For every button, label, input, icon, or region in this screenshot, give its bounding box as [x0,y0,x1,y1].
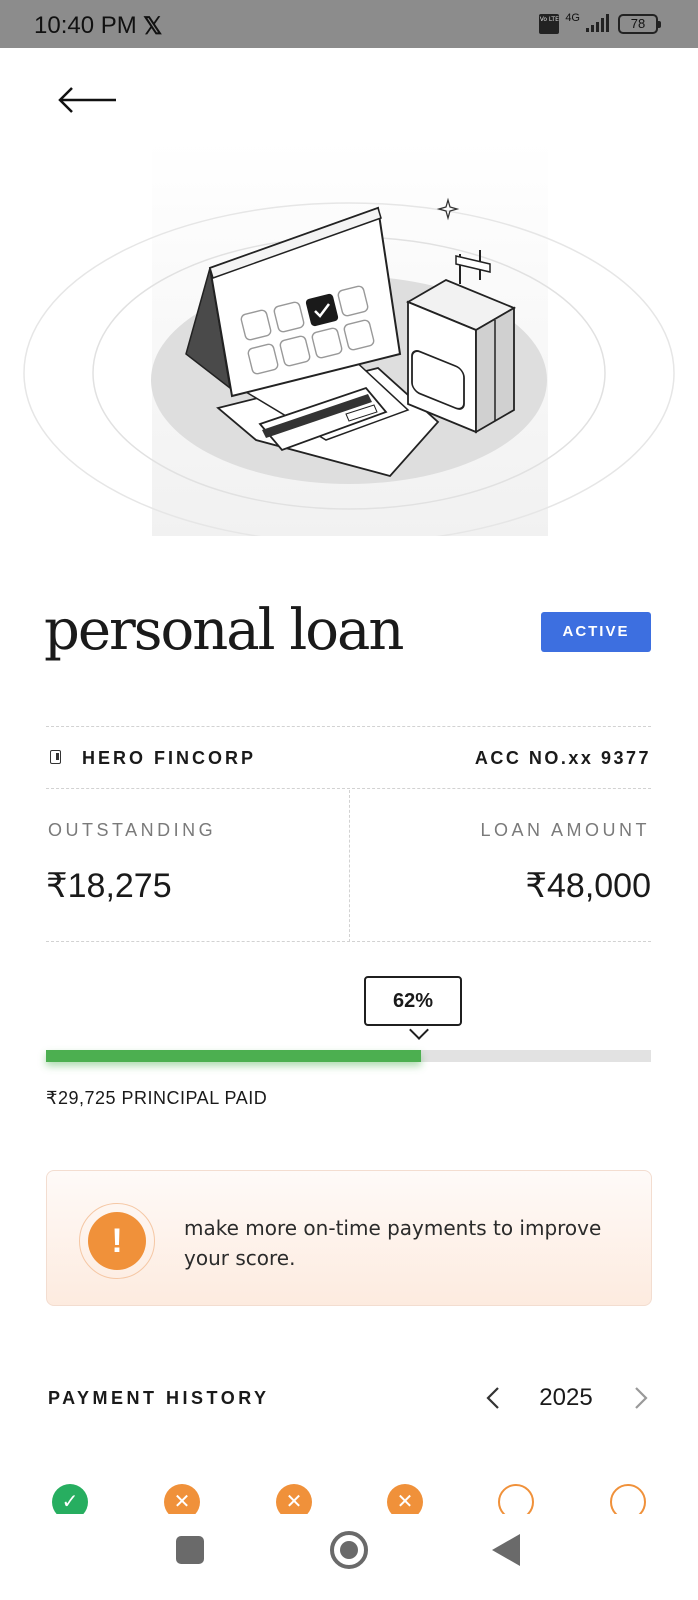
battery-icon: 78 [618,14,661,34]
page-title: personal loan [44,598,404,663]
left-arrow-icon [58,87,116,113]
next-year-button[interactable] [626,1380,654,1416]
progress-fill [46,1050,422,1062]
home-button[interactable] [330,1531,368,1569]
loan-amount-label: LOAN AMOUNT [480,820,650,840]
payment-month-pending[interactable] [610,1484,646,1514]
repayment-progress-bar [46,1050,651,1062]
lender-card-icon [50,750,61,764]
loan-amount-value: ₹48,000 [525,867,651,905]
status-badge: ACTIVE [541,612,651,652]
payment-month-missed[interactable]: ✕ [164,1484,200,1514]
previous-year-button[interactable] [480,1380,508,1416]
status-indicators: Vo LTE 4G 78 [539,12,661,36]
loan-illustration [0,140,698,536]
score-tip-card: ! make more on-time payments to improve … [46,1170,652,1306]
system-back-button[interactable] [492,1534,520,1566]
tip-text: make more on-time payments to improve yo… [184,1216,602,1270]
x-app-icon: 𝕏 [143,13,163,40]
payment-history-title: PAYMENT HISTORY [48,1388,270,1408]
divider [46,788,651,789]
payment-month-paid[interactable]: ✓ [52,1484,88,1514]
payment-month-missed[interactable]: ✕ [276,1484,312,1514]
divider-vertical [349,790,350,942]
status-time: 10:40 PM [34,12,137,39]
back-button[interactable] [54,84,120,116]
divider [46,726,651,727]
chevron-left-icon [486,1387,499,1409]
lender-row: HERO FINCORP ACC NO.xx 9377 [46,744,651,774]
chevron-right-icon [635,1387,648,1409]
payment-month-pending[interactable] [498,1484,534,1514]
progress-percent: 62% [364,976,462,1026]
payment-history-months: ✓ ✕ ✕ ✕ [0,1480,698,1514]
principal-paid: ₹29,725 PRINCIPAL PAID [46,1088,268,1108]
status-bar: 10:40 PM 𝕏 Vo LTE 4G 78 [0,0,698,48]
network-type: 4G [565,12,580,24]
payment-month-missed[interactable]: ✕ [387,1484,423,1514]
lender-name: HERO FINCORP [82,748,257,768]
outstanding-value: ₹18,275 [46,867,172,905]
system-nav-bar [0,1518,698,1600]
year-label: 2025 [539,1384,593,1411]
recents-button[interactable] [176,1536,204,1564]
divider [46,941,651,942]
outstanding-label: OUTSTANDING [48,820,217,840]
signal-icon [586,14,609,32]
account-number: ACC NO.xx 9377 [474,748,651,768]
exclamation-icon: ! [88,1212,146,1270]
volte-icon: Vo LTE [539,14,560,34]
